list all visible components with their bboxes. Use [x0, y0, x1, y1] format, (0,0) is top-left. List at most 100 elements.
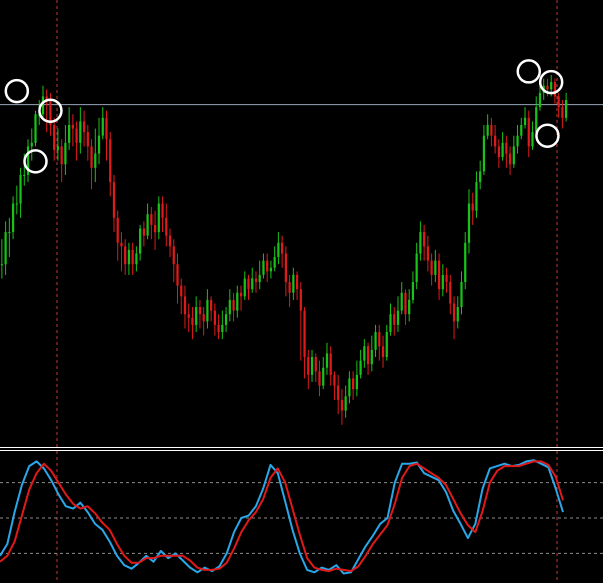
candle-body	[553, 82, 557, 97]
circle-peak-1	[4, 78, 30, 104]
marker-circles	[4, 59, 564, 174]
candle-body	[419, 232, 422, 254]
stochastic-oscillator-panel[interactable]	[0, 451, 603, 583]
candle-body	[467, 203, 471, 243]
candle-body	[475, 182, 478, 211]
candle-body	[561, 107, 564, 118]
candle-body	[381, 346, 385, 358]
candle-body	[262, 260, 265, 275]
candle-body	[325, 353, 329, 368]
candle-body	[202, 314, 205, 322]
candle-body	[86, 132, 89, 147]
candle-body	[30, 142, 33, 147]
candle-body	[183, 296, 187, 315]
candle-body	[393, 314, 396, 325]
candle-body	[430, 260, 433, 275]
candle-body	[210, 299, 213, 311]
candle-body	[284, 253, 287, 283]
candle-body	[359, 360, 362, 375]
candle-body	[411, 282, 415, 300]
candle-body	[329, 353, 332, 375]
candle-body	[445, 274, 448, 283]
candle-body	[471, 203, 474, 211]
candle-body	[348, 378, 351, 397]
candle-body	[404, 292, 407, 315]
candle-body	[408, 299, 411, 315]
candle-body	[75, 128, 78, 143]
candle-body	[71, 124, 74, 129]
candle-body	[56, 146, 60, 150]
candle-body	[449, 282, 452, 304]
candle-body	[64, 142, 67, 165]
candle-body	[501, 142, 504, 158]
candle-body	[232, 299, 235, 311]
candle-body	[0, 264, 3, 266]
candle-body	[281, 242, 284, 254]
candle-body	[527, 117, 530, 147]
candle-body	[11, 203, 15, 233]
candle-body	[236, 292, 239, 311]
candle-body	[90, 146, 93, 168]
candle-body	[441, 274, 444, 290]
candle-body	[127, 249, 131, 265]
candle-body	[389, 314, 392, 333]
candle-body	[437, 260, 441, 290]
candle-body	[198, 307, 202, 315]
candle-body	[550, 82, 553, 90]
candle-body	[288, 282, 291, 293]
candle-body	[434, 260, 437, 275]
candle-body	[139, 228, 142, 254]
candle-body	[531, 132, 534, 147]
candle-body	[172, 246, 175, 265]
candle-body	[366, 346, 370, 365]
candle-body	[415, 253, 418, 283]
candle-body	[258, 274, 261, 283]
candle-body	[191, 317, 194, 325]
candle-body	[120, 242, 123, 247]
candle-body	[396, 310, 400, 325]
candle-body	[340, 399, 344, 411]
candle-body	[124, 246, 127, 265]
candle-body	[303, 310, 306, 358]
candle-body	[460, 282, 463, 308]
trading-chart-window	[0, 0, 603, 583]
candle-body	[295, 274, 299, 290]
candle-body	[452, 303, 456, 322]
candle-body	[490, 124, 493, 136]
candle-body	[464, 242, 467, 283]
candle-body	[497, 146, 500, 158]
candle-body	[385, 332, 388, 358]
candle-body	[19, 174, 22, 204]
candle-body	[153, 224, 157, 233]
candle-body	[105, 117, 108, 140]
candlestick-series	[0, 75, 568, 425]
candle-body	[243, 278, 246, 297]
candle-body	[374, 332, 377, 350]
candle-body	[109, 139, 112, 183]
candle-body	[337, 385, 340, 400]
candle-body	[516, 135, 519, 147]
candle-body	[318, 371, 321, 386]
candle-body	[363, 346, 366, 361]
candle-body	[486, 124, 489, 136]
candle-body	[161, 203, 164, 218]
candle-body	[168, 235, 172, 247]
candle-body	[4, 232, 7, 265]
price-chart-panel[interactable]	[0, 0, 603, 447]
candle-body	[269, 267, 273, 272]
candle-body	[538, 92, 542, 108]
candle-body	[224, 314, 228, 325]
candle-body	[426, 246, 429, 261]
candle-body	[82, 121, 86, 133]
candle-body	[217, 324, 220, 333]
candle-body	[314, 357, 317, 372]
candle-body	[482, 135, 486, 172]
candle-body	[187, 314, 190, 318]
candle-body	[112, 182, 116, 218]
candle-body	[523, 117, 527, 125]
candle-body	[131, 249, 134, 265]
candle-body	[333, 374, 336, 386]
candle-body	[266, 260, 269, 272]
candle-body	[344, 396, 347, 411]
candle-body	[135, 253, 138, 265]
